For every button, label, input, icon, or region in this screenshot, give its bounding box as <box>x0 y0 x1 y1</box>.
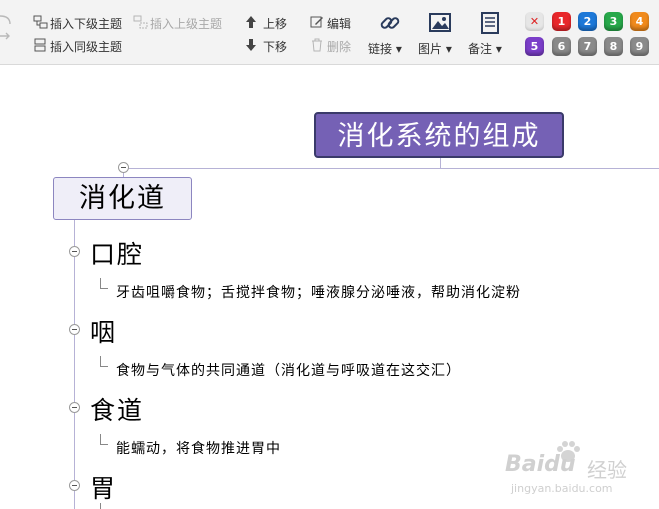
subtopic-detail[interactable]: 牙齿咀嚼食物；舌搅拌食物；唾液腺分泌唾液，帮助消化淀粉 <box>116 282 521 302</box>
priority-1-button[interactable]: 1 <box>552 12 571 31</box>
note-icon <box>481 12 499 34</box>
central-topic[interactable]: 消化系统的组成 <box>314 112 564 158</box>
delete-label: 删除 <box>327 40 352 54</box>
leaf-connector <box>100 434 108 445</box>
priority-9-button[interactable]: 9 <box>630 37 649 56</box>
connector-line <box>74 220 75 509</box>
edit-label: 编辑 <box>327 17 352 31</box>
undo-redo-group[interactable] <box>0 12 14 48</box>
link-icon <box>380 17 400 29</box>
leaf-connector <box>100 356 108 367</box>
insert-parent-topic-button[interactable]: 插入上级主题 <box>133 15 233 31</box>
baidu-watermark: Baidu 经验 jingyan.baidu.com <box>505 440 655 500</box>
pencil-icon <box>310 16 323 28</box>
move-down-button[interactable]: 下移 <box>245 38 295 54</box>
note-button[interactable]: 备注 ▾ <box>465 2 513 56</box>
insert-child-label: 插入下级主题 <box>50 17 123 31</box>
arrow-down-icon <box>246 39 256 51</box>
leaf-connector <box>100 278 108 289</box>
insert-sibling-icon <box>34 38 46 52</box>
subtopic-title[interactable]: 口腔 <box>90 235 144 271</box>
chevron-down-icon: ▾ <box>495 42 502 56</box>
move-up-label: 上移 <box>263 17 288 31</box>
subtopic-title[interactable]: 咽 <box>90 313 117 349</box>
delete-button[interactable]: 删除 <box>310 38 360 54</box>
insert-parent-icon <box>133 15 148 29</box>
insert-sibling-topic-button[interactable]: 插入同级主题 <box>33 38 133 54</box>
priority-2-button[interactable]: 2 <box>578 12 597 31</box>
priority-8-button[interactable]: 8 <box>604 37 623 56</box>
insert-child-topic-button[interactable]: 插入下级主题 <box>33 15 133 31</box>
arrow-up-icon <box>246 16 256 28</box>
image-button[interactable]: 图片 ▾ <box>415 2 463 56</box>
insert-parent-label: 插入上级主题 <box>150 17 223 31</box>
subtopic-title[interactable]: 胃 <box>90 469 117 505</box>
chevron-down-icon: ▾ <box>445 42 452 56</box>
collapse-toggle[interactable] <box>69 402 80 413</box>
leaf-connector <box>100 503 101 509</box>
collapse-toggle[interactable] <box>69 480 80 491</box>
toolbar: 插入下级主题 插入上级主题 插入同级主题 上移 下移 编辑 删除 链接 ▾ 图片… <box>0 0 659 65</box>
chevron-down-icon: ▾ <box>395 42 402 56</box>
connector-line <box>123 168 659 169</box>
insert-sibling-label: 插入同级主题 <box>50 40 123 54</box>
priority-7-button[interactable]: 7 <box>578 37 597 56</box>
priority-4-button[interactable]: 4 <box>630 12 649 31</box>
subtopic-detail[interactable]: 能蠕动，将食物推进胃中 <box>116 438 281 458</box>
watermark-brand-cn: 经验 <box>587 458 627 482</box>
priority-5-button[interactable]: 5 <box>525 37 544 56</box>
watermark-brand: Baidu <box>505 452 576 477</box>
collapse-toggle[interactable] <box>118 162 129 173</box>
collapse-toggle[interactable] <box>69 324 80 335</box>
edit-button[interactable]: 编辑 <box>310 15 360 31</box>
move-up-button[interactable]: 上移 <box>245 15 295 31</box>
link-button[interactable]: 链接 ▾ <box>365 2 413 56</box>
link-label: 链接 <box>368 42 393 56</box>
priority-3-button[interactable]: 3 <box>604 12 623 31</box>
trash-icon <box>312 38 322 52</box>
main-topic[interactable]: 消化道 <box>53 177 192 220</box>
image-icon <box>429 13 451 32</box>
priority-clear-button[interactable]: ✕ <box>525 12 544 31</box>
subtopic-title[interactable]: 食道 <box>90 391 144 427</box>
close-icon: ✕ <box>529 15 540 28</box>
insert-child-icon <box>33 15 48 29</box>
subtopic-detail[interactable]: 食物与气体的共同通道（消化道与呼吸道在这交汇） <box>116 360 461 380</box>
watermark-url: jingyan.baidu.com <box>511 482 613 495</box>
note-label: 备注 <box>468 42 493 56</box>
move-down-label: 下移 <box>263 40 288 54</box>
image-label: 图片 <box>418 42 443 56</box>
collapse-toggle[interactable] <box>69 246 80 257</box>
priority-6-button[interactable]: 6 <box>552 37 571 56</box>
